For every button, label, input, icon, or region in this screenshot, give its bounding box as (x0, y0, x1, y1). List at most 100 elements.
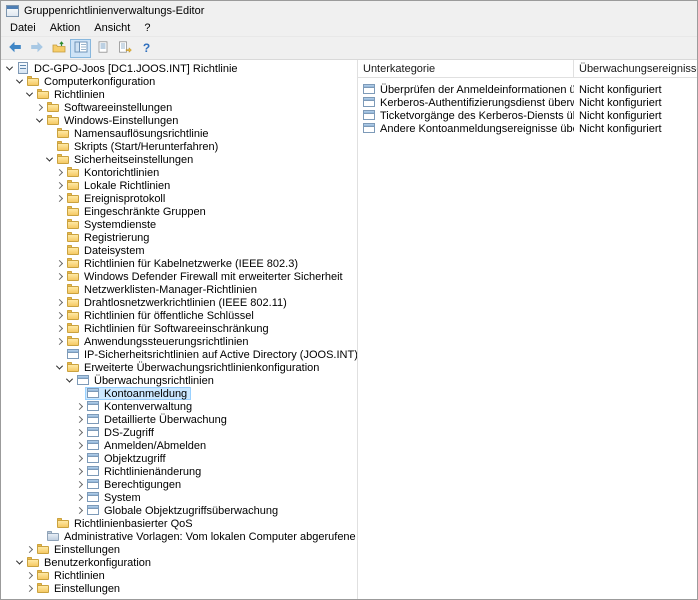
tree-item[interactable]: Einstellungen (1, 543, 357, 556)
up-one-level-button[interactable] (48, 39, 69, 58)
chevron-icon[interactable] (14, 560, 25, 565)
chevron-icon[interactable] (74, 469, 85, 474)
list-item[interactable]: Überprüfen der Anmeldeinformationen über… (358, 83, 697, 96)
tree-item[interactable]: Erweiterte Überwachungsrichtlinienkonfig… (1, 361, 357, 374)
tree-item[interactable]: Systemdienste (1, 218, 357, 231)
list-item[interactable]: Ticketvorgänge des Kerberos-Diensts über… (358, 109, 697, 122)
tree-item[interactable]: Registrierung (1, 231, 357, 244)
chevron-icon[interactable] (54, 274, 65, 279)
chevron-icon[interactable] (4, 66, 15, 71)
chevron-icon[interactable] (14, 79, 25, 84)
chevron-icon[interactable] (44, 157, 55, 162)
tree-item[interactable]: Kontenverwaltung (1, 400, 357, 413)
folder-icon (67, 309, 80, 322)
chevron-icon[interactable] (34, 118, 45, 123)
tree-item[interactable]: DC-GPO-Joos [DC1.JOOS.INT] Richtlinie (1, 62, 357, 75)
tree-item[interactable]: Ereignisprotokoll (1, 192, 357, 205)
help-button[interactable]: ? (136, 39, 157, 58)
tree-item[interactable]: Computerkonfiguration (1, 75, 357, 88)
tree-item[interactable]: Anmelden/Abmelden (1, 439, 357, 452)
tree-item[interactable]: Richtlinien (1, 88, 357, 101)
chevron-icon[interactable] (24, 586, 35, 591)
tree-item[interactable]: Netzwerklisten-Manager-Richtlinien (1, 283, 357, 296)
folder-icon (67, 270, 80, 283)
back-arrow-icon (8, 41, 22, 56)
tree-item[interactable]: Skripts (Start/Herunterfahren) (1, 140, 357, 153)
tree-item[interactable]: Kontoanmeldung (1, 387, 357, 400)
menu-item-datei[interactable]: Datei (3, 21, 43, 35)
tree-item[interactable]: Einstellungen (1, 582, 357, 595)
tree-item[interactable]: Richtlinien für öffentliche Schlüssel (1, 309, 357, 322)
audit-events-value: Nicht konfiguriert (579, 109, 662, 122)
chevron-icon[interactable] (54, 365, 65, 370)
list-item[interactable]: Kerberos-Authentifizierungsdienst überwa… (358, 96, 697, 109)
chevron-icon[interactable] (34, 105, 45, 110)
forward-button[interactable] (26, 39, 47, 58)
chevron-icon[interactable] (64, 378, 75, 383)
tree-item[interactable]: Benutzerkonfiguration (1, 556, 357, 569)
tree-item[interactable]: System (1, 491, 357, 504)
back-button[interactable] (4, 39, 25, 58)
list-item[interactable]: Andere Kontoanmeldungsereignisse überwac… (358, 122, 697, 135)
help-icon: ? (142, 41, 151, 55)
tree-item[interactable]: Lokale Richtlinien (1, 179, 357, 192)
chevron-icon[interactable] (54, 313, 65, 318)
chevron-icon[interactable] (74, 482, 85, 487)
audit-icon (87, 439, 100, 452)
tree-item[interactable]: Kontorichtlinien (1, 166, 357, 179)
tree-item[interactable]: Anwendungssteuerungsrichtlinien (1, 335, 357, 348)
chevron-icon[interactable] (74, 430, 85, 435)
menu-item-hilfe[interactable]: ? (137, 21, 157, 35)
chevron-icon[interactable] (74, 495, 85, 500)
menu-item-ansicht[interactable]: Ansicht (87, 21, 137, 35)
chevron-icon[interactable] (74, 404, 85, 409)
chevron-icon[interactable] (54, 339, 65, 344)
chevron-icon[interactable] (24, 547, 35, 552)
chevron-icon[interactable] (74, 508, 85, 513)
folder-icon (67, 166, 80, 179)
tree-item[interactable]: Sicherheitseinstellungen (1, 153, 357, 166)
tree-item[interactable]: Richtlinienbasierter QoS (1, 517, 357, 530)
tree-item[interactable]: Softwareeinstellungen (1, 101, 357, 114)
chevron-icon[interactable] (54, 196, 65, 201)
chevron-icon[interactable] (54, 326, 65, 331)
tree-item[interactable]: Eingeschränkte Gruppen (1, 205, 357, 218)
column-header-unterkategorie[interactable]: Unterkategorie (358, 60, 574, 77)
chevron-icon[interactable] (54, 170, 65, 175)
tree-item[interactable]: Namensauflösungsrichtlinie (1, 127, 357, 140)
chevron-icon[interactable] (24, 573, 35, 578)
tree-item[interactable]: DS-Zugriff (1, 426, 357, 439)
chevron-icon[interactable] (54, 183, 65, 188)
tree-item[interactable]: Richtlinien für Softwareeinschränkung (1, 322, 357, 335)
tree-item[interactable]: Überwachungsrichtlinien (1, 374, 357, 387)
tree-item[interactable]: Richtlinienänderung (1, 465, 357, 478)
audit-icon (67, 348, 80, 361)
tree-item[interactable]: Detaillierte Überwachung (1, 413, 357, 426)
properties-button[interactable] (92, 39, 113, 58)
chevron-icon[interactable] (24, 92, 35, 97)
chevron-icon[interactable] (54, 261, 65, 266)
show-hide-console-tree-button[interactable] (70, 38, 91, 58)
tree-item-label: Drahtlosnetzwerkrichtlinien (IEEE 802.11… (84, 296, 287, 309)
tree-item[interactable]: Drahtlosnetzwerkrichtlinien (IEEE 802.11… (1, 296, 357, 309)
chevron-icon[interactable] (74, 417, 85, 422)
tree-item[interactable]: Windows Defender Firewall mit erweiterte… (1, 270, 357, 283)
tree-item[interactable]: Windows-Einstellungen (1, 114, 357, 127)
tree-item[interactable]: Objektzugriff (1, 452, 357, 465)
chevron-icon[interactable] (74, 456, 85, 461)
tree-item-content: Einstellungen (35, 543, 124, 556)
tree-item[interactable]: IP-Sicherheitsrichtlinien auf Active Dir… (1, 348, 357, 361)
tree-item[interactable]: Dateisystem (1, 244, 357, 257)
tree-item[interactable]: Administrative Vorlagen: Vom lokalen Com… (1, 530, 357, 543)
tree-item-content: Anwendungssteuerungsrichtlinien (65, 335, 253, 348)
tree-item[interactable]: Berechtigungen (1, 478, 357, 491)
chevron-icon[interactable] (54, 300, 65, 305)
menu-item-aktion[interactable]: Aktion (43, 21, 88, 35)
export-list-button[interactable] (114, 39, 135, 58)
column-header-ueberwachungsereignisse[interactable]: Überwachungsereignisse (574, 60, 697, 77)
tree-item-content: Windows Defender Firewall mit erweiterte… (65, 270, 347, 283)
chevron-icon[interactable] (74, 443, 85, 448)
tree-item[interactable]: Richtlinien (1, 569, 357, 582)
tree-item[interactable]: Globale Objektzugriffsüberwachung (1, 504, 357, 517)
tree-item[interactable]: Richtlinien für Kabelnetzwerke (IEEE 802… (1, 257, 357, 270)
